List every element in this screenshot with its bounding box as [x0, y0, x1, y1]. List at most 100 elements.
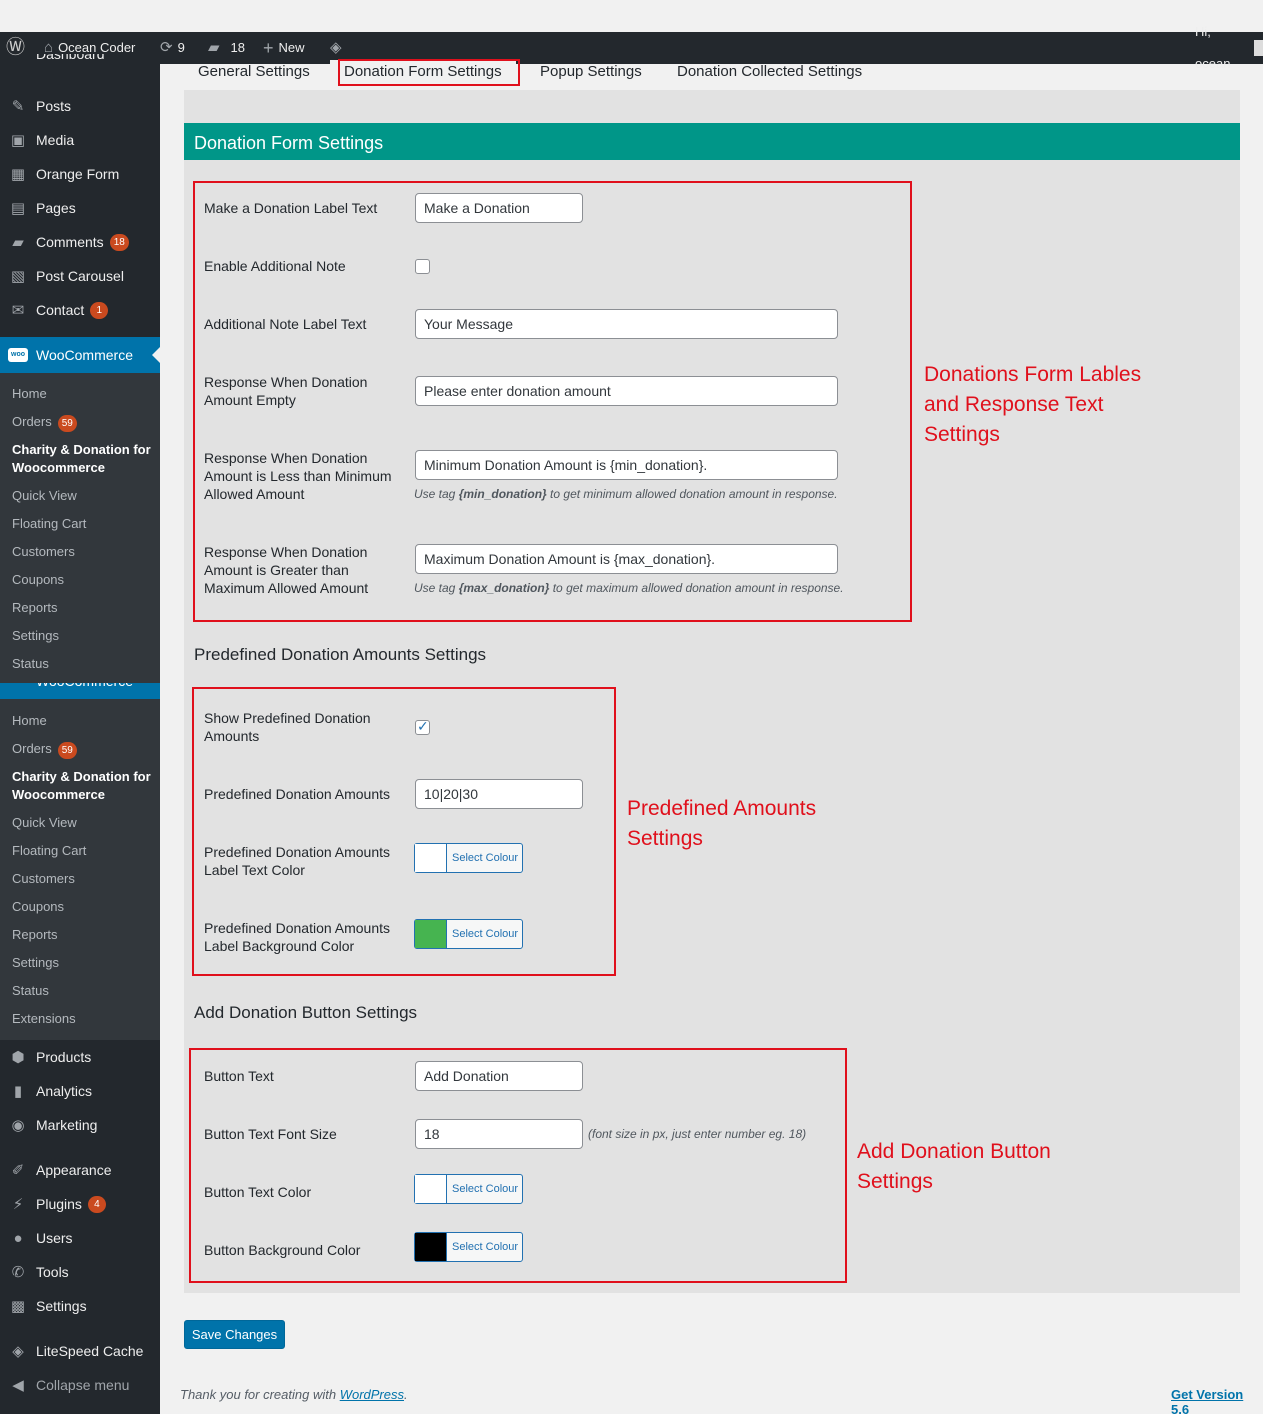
footer-version-link[interactable]: Get Version 5.6: [1171, 1387, 1263, 1414]
make-donation-input[interactable]: Make a Donation: [415, 193, 583, 223]
megaphone-icon: ◉: [11, 1117, 25, 1134]
plug-icon: ⚡: [12, 1196, 24, 1213]
tab-highlight-box: [338, 59, 520, 86]
show-predefined-checkbox[interactable]: [415, 718, 430, 735]
sidebar-item-marketing[interactable]: ◉ Marketing: [0, 1108, 160, 1142]
sidebar-item-label: Pages: [36, 200, 76, 216]
woo-submenu-settings[interactable]: Settings: [12, 954, 59, 972]
updates-link[interactable]: ⟳ 9: [160, 32, 185, 64]
annotation-form-settings: Donations Form Lables and Response Text …: [924, 363, 1142, 446]
empty-response-input[interactable]: Please enter donation amount: [415, 376, 838, 406]
woo-submenu-home[interactable]: Home: [12, 712, 47, 730]
woo-submenu-orders[interactable]: Orders 59: [12, 413, 77, 432]
count-badge: 1: [90, 301, 109, 319]
button-text-color-picker[interactable]: Select Colour: [414, 1174, 523, 1204]
sidebar-item-contact[interactable]: ✉ Contact 1: [0, 293, 160, 327]
tab-general-settings[interactable]: General Settings: [184, 60, 324, 90]
woo-submenu-coupons[interactable]: Coupons: [12, 571, 64, 589]
woo-header-duplicate: WooCommerce: [0, 683, 160, 699]
my-account-link[interactable]: Hi, ocean: [1195, 24, 1263, 71]
user-icon: ●: [13, 1229, 23, 1247]
button-font-size-input[interactable]: 18: [415, 1119, 583, 1149]
show-predefined-label: Show Predefined Donation Amounts: [204, 710, 371, 744]
woo-submenu-quick-view[interactable]: Quick View: [12, 487, 77, 505]
sidebar-item-woocommerce[interactable]: woo WooCommerce: [0, 337, 160, 373]
wrench-icon: ✆: [11, 1264, 25, 1281]
button-text-label: Button Text: [204, 1068, 274, 1084]
button-font-size-label: Button Text Font Size: [204, 1126, 337, 1142]
woo-submenu-charity-donation-for-woocommerce[interactable]: Charity & Donation for Woocommerce: [12, 768, 157, 804]
sidebar-item-media[interactable]: ▣ Media: [0, 123, 160, 157]
avatar: [1253, 40, 1263, 56]
woo-submenu-charity-donation-for-woocommerce[interactable]: Charity & Donation for Woocommerce: [12, 441, 157, 477]
woo-submenu-customers[interactable]: Customers: [12, 543, 75, 561]
predefined-bg-color-picker[interactable]: Select Colour: [414, 919, 523, 949]
comment-icon: ▰: [12, 234, 24, 251]
button-bg-color-label: Button Background Color: [204, 1242, 361, 1258]
woo-submenu-orders[interactable]: Orders 59: [12, 740, 77, 759]
sidebar-item-label: Collapse menu: [36, 1377, 130, 1393]
submenu-label: Customers: [12, 544, 75, 559]
submenu-label: Floating Cart: [12, 843, 87, 858]
refresh-icon: ⟳: [160, 39, 173, 56]
sidebar-item-label: Orange Form: [36, 166, 120, 182]
sidebar-item-label: Marketing: [36, 1117, 98, 1133]
submenu-label: Customers: [12, 871, 75, 886]
color-swatch: [415, 844, 447, 872]
sidebar-item-pages[interactable]: ▤ Pages: [0, 191, 160, 225]
tab-donation-collected-settings[interactable]: Donation Collected Settings: [663, 60, 876, 90]
orders-count-badge: 59: [57, 415, 77, 432]
button-bg-color-picker[interactable]: Select Colour: [414, 1232, 523, 1262]
sidebar-item-post-carousel[interactable]: ▧ Post Carousel: [0, 259, 160, 293]
sidebar-item-users[interactable]: ● Users: [0, 1221, 160, 1255]
note-label-input[interactable]: Your Message: [415, 309, 838, 339]
enable-note-checkbox[interactable]: [415, 259, 430, 274]
sidebar-item-posts[interactable]: ✎ Posts: [0, 89, 160, 123]
woo-submenu-floating-cart[interactable]: Floating Cart: [12, 842, 86, 860]
submenu-label: Quick View: [12, 815, 77, 830]
woo-submenu-settings[interactable]: Settings: [12, 627, 59, 645]
wordpress-link[interactable]: WordPress: [340, 1387, 404, 1402]
tab-popup-settings[interactable]: Popup Settings: [526, 60, 656, 90]
woo-submenu-extensions[interactable]: Extensions: [12, 1010, 76, 1028]
form-icon: ▦: [10, 166, 26, 183]
sidebar-item-collapse-menu[interactable]: ◀ Collapse menu: [0, 1368, 160, 1402]
sidebar-item-label: Comments: [36, 234, 104, 250]
sidebar-item-tools[interactable]: ✆ Tools: [0, 1255, 160, 1289]
submenu-label: Reports: [12, 927, 58, 942]
predefined-amounts-input[interactable]: 10|20|30: [415, 779, 583, 809]
sidebar-item-appearance[interactable]: ✐ Appearance: [0, 1153, 160, 1187]
note-label-label: Additional Note Label Text: [204, 316, 367, 332]
sidebar-item-plugins[interactable]: ⚡ Plugins 4: [0, 1187, 160, 1221]
save-changes-button[interactable]: Save Changes: [184, 1320, 285, 1349]
sidebar-item-products[interactable]: ⬢ Products: [0, 1040, 160, 1074]
sidebar-item-label: Plugins: [36, 1196, 82, 1212]
predefined-text-color-picker[interactable]: Select Colour: [414, 843, 523, 873]
woo-submenu-coupons[interactable]: Coupons: [12, 898, 64, 916]
make-donation-label: Make a Donation Label Text: [204, 200, 378, 216]
woo-submenu-home[interactable]: Home: [12, 385, 47, 403]
woo-submenu-reports[interactable]: Reports: [12, 926, 58, 944]
woo-submenu-status[interactable]: Status: [12, 982, 49, 1000]
button-text-input[interactable]: Add Donation: [415, 1061, 583, 1091]
woo-submenu-quick-view[interactable]: Quick View: [12, 814, 77, 832]
sidebar-item-litespeed-cache[interactable]: ◈ LiteSpeed Cache: [0, 1334, 160, 1368]
sidebar-item-orange-form[interactable]: ▦ Orange Form: [0, 157, 160, 191]
collapse-icon: ◀: [12, 1377, 24, 1394]
less-response-input[interactable]: Minimum Donation Amount is {min_donation…: [415, 450, 838, 480]
sidebar-item-label: Users: [36, 1230, 73, 1246]
woo-submenu-status[interactable]: Status: [12, 655, 49, 673]
submenu-label: Orders: [12, 741, 52, 756]
woo-submenu-2: Home Orders 59 Charity & Donation for Wooco…: [0, 699, 160, 1040]
color-swatch: [415, 920, 447, 948]
sidebar-item-settings[interactable]: ▩ Settings: [0, 1289, 160, 1323]
woo-submenu-reports[interactable]: Reports: [12, 599, 58, 617]
sidebar-item-analytics[interactable]: ▮ Analytics: [0, 1074, 160, 1108]
woo-submenu-customers[interactable]: Customers: [12, 870, 75, 888]
submenu-label: Charity & Donation for Woocommerce: [12, 442, 151, 475]
sidebar-item-comments[interactable]: ▰ Comments 18: [0, 225, 160, 259]
sidebar-item-dashboard[interactable]: Dashboard: [36, 54, 105, 64]
wordpress-logo-icon[interactable]: Ⓦ: [6, 32, 25, 64]
woo-submenu-floating-cart[interactable]: Floating Cart: [12, 515, 86, 533]
greater-response-input[interactable]: Maximum Donation Amount is {max_donation…: [415, 544, 838, 574]
